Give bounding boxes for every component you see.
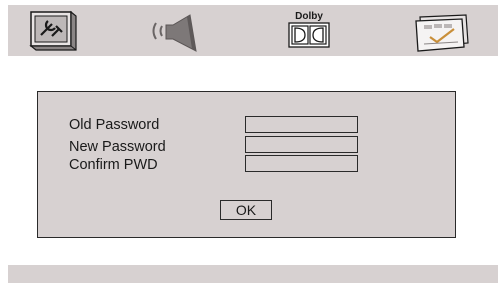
new-password-field[interactable] xyxy=(245,136,358,153)
ok-button[interactable]: OK xyxy=(220,200,272,220)
dolby-icon[interactable]: Dolby xyxy=(284,9,334,53)
setup-menu-bar: Dolby xyxy=(8,5,498,56)
audio-speaker-icon[interactable] xyxy=(146,9,204,53)
confirm-password-label: Confirm PWD xyxy=(69,157,158,173)
confirm-password-field[interactable] xyxy=(245,155,358,172)
change-password-dialog: Old Password New Password Confirm PWD OK xyxy=(37,91,456,238)
preference-icon[interactable] xyxy=(410,9,472,53)
old-password-label: Old Password xyxy=(69,117,160,133)
dolby-label: Dolby xyxy=(295,11,323,22)
new-password-label: New Password xyxy=(69,139,166,155)
system-setup-icon[interactable] xyxy=(28,9,80,53)
old-password-field[interactable] xyxy=(245,116,358,133)
status-bar xyxy=(8,265,498,283)
